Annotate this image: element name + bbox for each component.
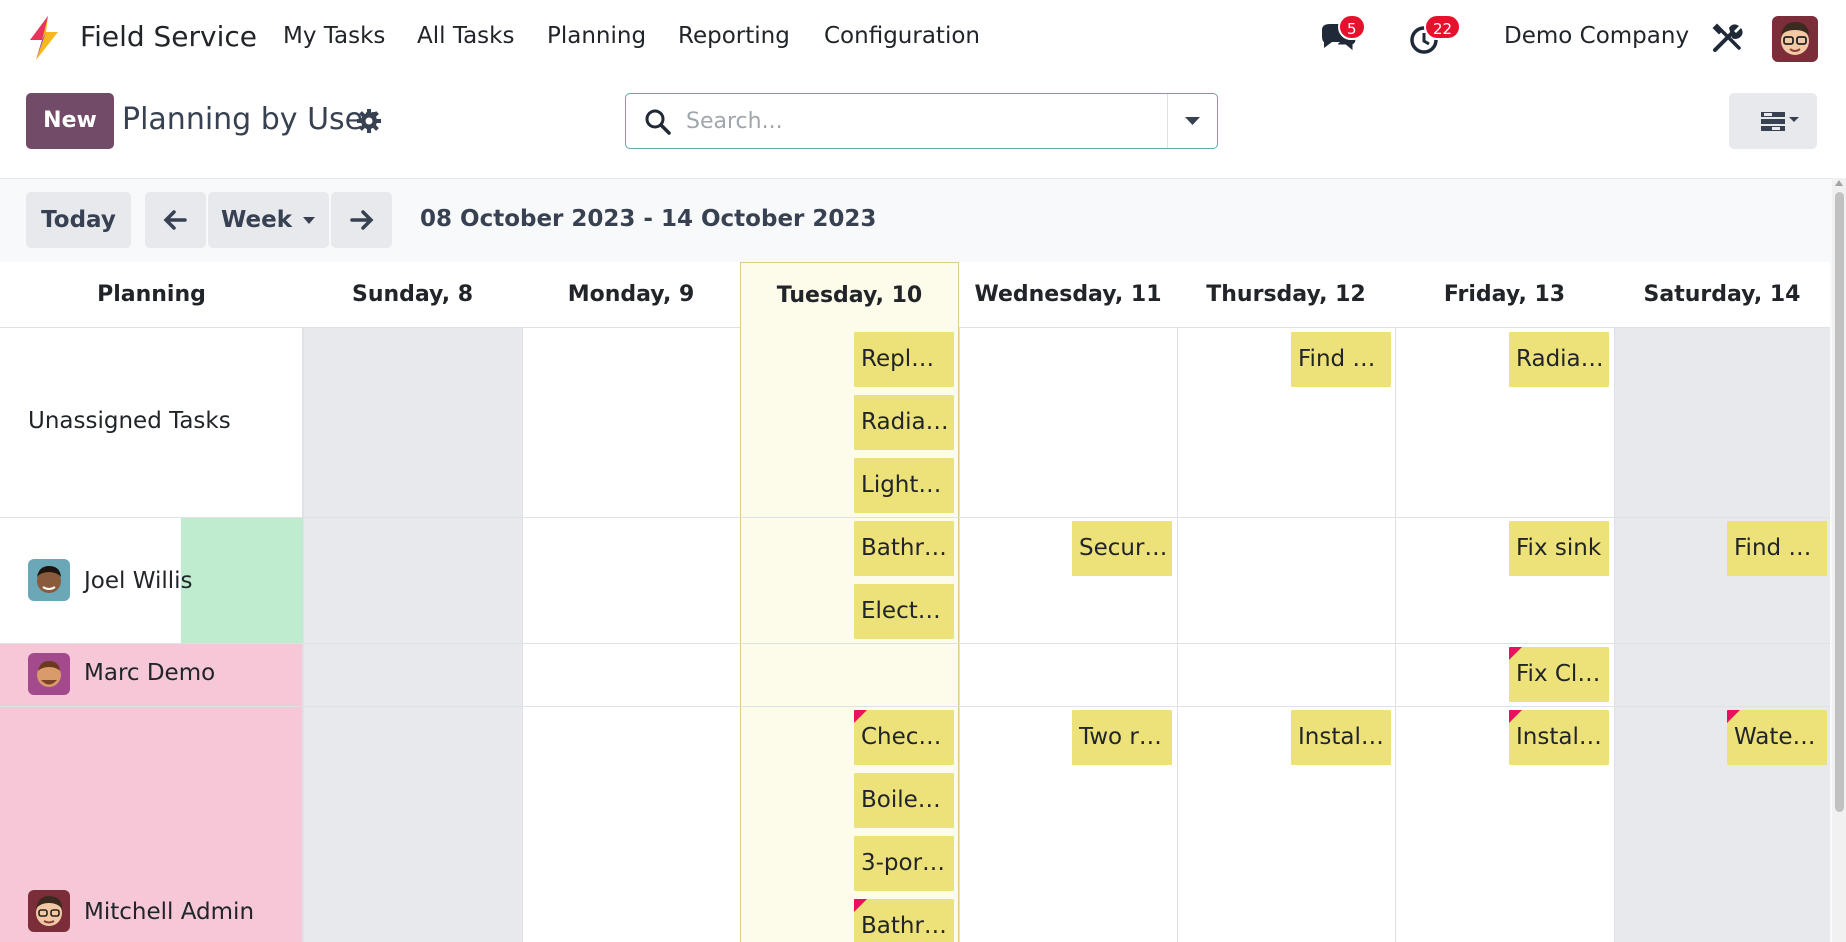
column-sunday [303, 328, 522, 942]
availability-indicator [181, 517, 303, 643]
task-pill[interactable]: Chec… [854, 710, 954, 765]
row-joel-willis[interactable]: Joel Willis [0, 517, 303, 643]
row-label: Joel Willis [84, 568, 193, 594]
top-navbar: Field Service My Tasks All Tasks Plannin… [0, 0, 1846, 76]
column-wednesday [959, 328, 1177, 942]
task-pill[interactable]: Fix sink [1509, 521, 1609, 576]
tools-icon[interactable] [1709, 20, 1745, 56]
search-icon [645, 109, 671, 135]
field-service-logo[interactable] [26, 14, 62, 62]
task-pill[interactable]: Two r… [1072, 710, 1172, 765]
deadline-flag [854, 899, 867, 912]
column-header-wednesday: Wednesday, 11 [974, 282, 1162, 307]
company-switcher[interactable]: Demo Company [1504, 23, 1689, 49]
task-pill[interactable]: Instal… [1291, 710, 1391, 765]
column-header-saturday: Saturday, 14 [1643, 282, 1801, 307]
column-friday [1395, 328, 1614, 942]
menu-planning[interactable]: Planning [547, 23, 646, 49]
row-label: Mitchell Admin [84, 899, 255, 925]
avatar [28, 653, 70, 695]
scale-label: Week [220, 207, 293, 233]
task-pill[interactable]: Find … [1727, 521, 1827, 576]
scrollbar-thumb[interactable] [1835, 192, 1844, 812]
search-options-toggle[interactable] [1168, 94, 1217, 148]
messages-badge: 5 [1338, 14, 1366, 40]
column-saturday [1614, 328, 1830, 942]
arrow-right-icon [350, 210, 374, 230]
avatar [28, 890, 70, 932]
gantt-header: Planning Sunday, 8 Monday, 9 Tuesday, 10… [0, 262, 1830, 328]
row-label: Marc Demo [84, 660, 216, 686]
search-input[interactable] [686, 102, 1186, 140]
row-divider [0, 517, 1830, 518]
column-header-planning: Planning [97, 282, 206, 307]
caret-down-icon [303, 216, 316, 224]
column-monday [522, 328, 740, 942]
deadline-flag [1509, 710, 1522, 723]
messages-button[interactable]: 5 [1318, 14, 1366, 58]
task-pill[interactable]: Secur… [1072, 521, 1172, 576]
row-label: Unassigned Tasks [28, 408, 231, 434]
previous-period-button[interactable] [145, 192, 206, 248]
arrow-left-icon [163, 210, 187, 230]
today-button[interactable]: Today [26, 192, 131, 248]
menu-all-tasks[interactable]: All Tasks [417, 23, 514, 49]
row-unassigned[interactable]: Unassigned Tasks [0, 328, 303, 517]
deadline-flag [854, 710, 867, 723]
task-pill[interactable]: 3-por… [854, 836, 954, 891]
next-period-button[interactable] [331, 192, 392, 248]
column-header-thursday: Thursday, 12 [1206, 282, 1366, 307]
avatar [28, 559, 70, 601]
deadline-flag [1509, 647, 1522, 660]
gear-icon[interactable] [356, 108, 382, 134]
date-range-label: 08 October 2023 - 14 October 2023 [420, 206, 877, 232]
vertical-scrollbar[interactable] [1832, 178, 1846, 942]
view-switcher[interactable] [1729, 93, 1817, 149]
task-pill[interactable]: Fix Cl… [1509, 647, 1609, 702]
search-bar [625, 93, 1218, 149]
column-header-tuesday: Tuesday, 10 [740, 262, 959, 328]
activities-button[interactable]: 22 [1404, 14, 1462, 58]
task-pill[interactable]: Radia… [854, 395, 954, 450]
page-title: Planning by User [122, 102, 376, 137]
column-header-friday: Friday, 13 [1443, 282, 1566, 307]
scale-dropdown[interactable]: Week [208, 192, 329, 248]
row-divider [0, 706, 1830, 707]
task-pill[interactable]: Boile… [854, 773, 954, 828]
gantt-grid: Unassigned Tasks Joel Willis Marc Demo M… [0, 328, 1830, 942]
menu-reporting[interactable]: Reporting [678, 23, 790, 49]
menu-my-tasks[interactable]: My Tasks [283, 23, 385, 49]
app-name[interactable]: Field Service [80, 20, 257, 53]
deadline-flag [1727, 710, 1740, 723]
caret-down-icon [1185, 117, 1200, 125]
task-pill[interactable]: Bathr… [854, 521, 954, 576]
column-thursday [1177, 328, 1395, 942]
row-divider [0, 643, 1830, 644]
scroll-up-arrow-icon[interactable] [1835, 180, 1843, 186]
menu-configuration[interactable]: Configuration [824, 23, 980, 49]
task-pill[interactable]: Instal… [1509, 710, 1609, 765]
row-marc-demo[interactable]: Marc Demo [0, 643, 303, 706]
user-avatar[interactable] [1772, 16, 1818, 62]
task-pill[interactable]: Wate… [1727, 710, 1827, 765]
row-mitchell-admin[interactable]: Mitchell Admin [0, 706, 303, 942]
task-pill[interactable]: Light… [854, 458, 954, 513]
task-pill[interactable]: Bathr… [854, 899, 954, 942]
activities-badge: 22 [1424, 14, 1462, 40]
task-pill[interactable]: Elect… [854, 584, 954, 639]
task-pill[interactable]: Find … [1291, 332, 1391, 387]
new-button[interactable]: New [26, 93, 114, 149]
column-header-sunday: Sunday, 8 [351, 282, 474, 307]
task-pill[interactable]: Radia… [1509, 332, 1609, 387]
gantt-view-icon [1761, 112, 1799, 131]
task-pill[interactable]: Repl… [854, 332, 954, 387]
column-header-monday: Monday, 9 [567, 282, 695, 307]
